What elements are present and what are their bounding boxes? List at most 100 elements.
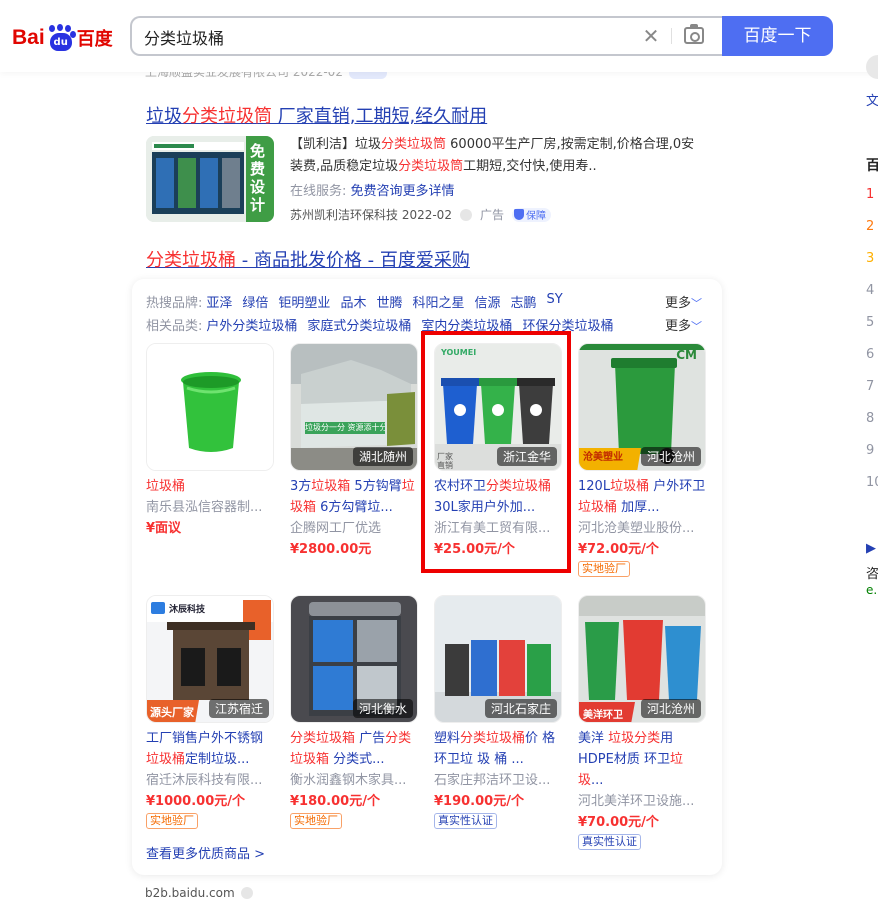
hot-brand-tag[interactable]: SY: [547, 292, 563, 311]
hot-list-rank[interactable]: 6: [866, 347, 874, 362]
hot-brand-tag[interactable]: 亚泽: [206, 292, 232, 311]
product-price: ¥70.00元/个: [578, 815, 659, 830]
product-name[interactable]: 120L垃圾桶 户外环卫垃圾桶 加厚...: [578, 476, 706, 518]
location-badge: 江苏宿迁: [208, 699, 269, 718]
product-image[interactable]: 沐辰科技 源头厂家 江苏宿迁: [146, 595, 274, 723]
product-price: ¥180.00元/个: [290, 794, 380, 809]
hot-brand-tag[interactable]: 钜明塑业: [278, 292, 330, 311]
verified-badge: 实地验厂: [146, 813, 198, 829]
more-categories-button[interactable]: 更多﹀: [665, 315, 702, 334]
product-card[interactable]: 垃圾桶 南乐县泓信容器制... ¥面议: [146, 343, 274, 539]
result2-title-link[interactable]: 分类垃圾桶 - 商品批发价格 - 百度爱采购: [146, 246, 470, 272]
product-name[interactable]: 分类垃圾箱 广告分类垃圾箱 分类式...: [290, 728, 418, 770]
product-name[interactable]: 工厂销售户外不锈钢垃圾桶定制垃圾...: [146, 728, 274, 770]
product-card[interactable]: 美洋环卫 河北沧州 美洋 垃圾分类用 HDPE材质 环卫垃圾... 河北美洋环卫…: [578, 595, 706, 850]
result1-description: 【凯利洁】垃圾分类垃圾筒 60000平生产厂房,按需定制,价格合理,0安装费,品…: [290, 137, 695, 174]
guarantee-badge[interactable]: 保障: [511, 207, 551, 222]
ad-label: 广告: [479, 208, 504, 222]
camera-icon[interactable]: [684, 24, 704, 44]
product-seller[interactable]: 河北沧美塑业股份...: [578, 518, 706, 539]
hot-list-rank[interactable]: 10: [866, 475, 878, 490]
product-card[interactable]: CM 沧美塑业 河北沧州 120L垃圾桶 户外环卫垃圾桶 加厚... 河北沧美塑…: [578, 343, 706, 577]
product-image-ribbon: 沧美塑业: [583, 452, 623, 463]
right-ad-domain: e.: [866, 583, 878, 597]
verified-badge: 实地验厂: [290, 813, 342, 829]
source-dot-icon[interactable]: [240, 887, 253, 899]
product-card[interactable]: 河北石家庄 塑料分类垃圾桶价 格环卫垃 圾 桶 ... 石家庄邦洁环卫设... …: [434, 595, 562, 829]
chevron-down-icon: ﹀: [691, 320, 703, 333]
product-name[interactable]: 美洋 垃圾分类用 HDPE材质 环卫垃圾...: [578, 728, 706, 791]
hot-list-rank[interactable]: 8: [866, 411, 874, 426]
logo-chinese-text: 百度: [76, 29, 113, 50]
hot-brand-tag[interactable]: 品木: [340, 292, 366, 311]
result2-source: b2b.baidu.com: [145, 886, 253, 900]
location-badge: 河北石家庄: [484, 699, 557, 718]
product-image-ribbon: 美洋环卫: [583, 710, 623, 721]
hot-brand-tag[interactable]: 世腾: [376, 292, 402, 311]
result1-service: 在线服务: 免费咨询更多详情: [290, 184, 455, 199]
free-consult-link[interactable]: 免费咨询更多详情: [351, 184, 455, 199]
product-price: ¥面议: [146, 521, 182, 536]
product-name[interactable]: 塑料分类垃圾桶价 格环卫垃 圾 桶 ...: [434, 728, 562, 770]
source-dot-icon[interactable]: [459, 208, 472, 221]
location-badge: 湖北随州: [352, 447, 413, 466]
thumb-free-design-text: 免费设计: [250, 142, 266, 214]
search-button[interactable]: 百度一下: [722, 16, 833, 56]
product-price: ¥1000.00元/个: [146, 794, 246, 809]
verified-badge: 实地验厂: [578, 561, 630, 577]
search-input[interactable]: [144, 26, 604, 48]
baidu-logo[interactable]: Bai du 百度: [12, 20, 113, 56]
right-column-text[interactable]: 文: [866, 90, 878, 109]
product-card[interactable]: 沐辰科技 源头厂家 江苏宿迁 工厂销售户外不锈钢垃圾桶定制垃圾... 宿迁沐辰科…: [146, 595, 274, 829]
hot-list-rank[interactable]: 5: [866, 315, 874, 330]
product-seller[interactable]: 石家庄邦洁环卫设...: [434, 770, 562, 791]
location-badge: 河北沧州: [640, 447, 701, 466]
product-seller[interactable]: 衡水润鑫钢木家具...: [290, 770, 418, 791]
product-image[interactable]: 垃圾分一分 资源添十分 湖北随州: [290, 343, 418, 471]
play-icon[interactable]: ▶: [866, 541, 876, 556]
see-more-products-link[interactable]: 查看更多优质商品 >: [146, 843, 265, 862]
verified-badge: 真实性认证: [434, 813, 497, 829]
product-card[interactable]: 河北衡水 分类垃圾箱 广告分类垃圾箱 分类式... 衡水润鑫钢木家具... ¥1…: [290, 595, 418, 829]
verified-badge: 真实性认证: [578, 834, 641, 850]
product-seller[interactable]: 河北美洋环卫设施...: [578, 791, 706, 812]
logo-bai-text: Bai: [12, 26, 45, 49]
location-badge: 河北沧州: [640, 699, 701, 718]
product-image[interactable]: CM 沧美塑业 河北沧州: [578, 343, 706, 471]
highlight-box: [421, 331, 571, 573]
header: Bai du 百度 ✕ 百度一下: [0, 0, 878, 72]
hot-list-rank[interactable]: 2: [866, 219, 874, 234]
right-ad-text[interactable]: 咨: [866, 563, 878, 582]
hot-list-rank[interactable]: 7: [866, 379, 874, 394]
hot-brands-row: 热搜品牌: 亚泽 绿倍 钜明塑业 品木 世腾 科阳之星 信源 志鹏 SY: [146, 292, 563, 311]
more-brands-button[interactable]: 更多﹀: [665, 292, 702, 311]
avatar[interactable]: [866, 55, 878, 79]
product-name[interactable]: 垃圾桶: [146, 476, 274, 497]
product-image-slogan: 垃圾分一分 资源添十分: [305, 423, 385, 432]
product-name[interactable]: 3方垃圾箱 5方钩臂垃圾箱 6方勾臂垃...: [290, 476, 418, 518]
clear-icon[interactable]: ✕: [640, 25, 662, 47]
hot-list-rank[interactable]: 1: [866, 187, 874, 202]
hot-brand-tag[interactable]: 绿倍: [242, 292, 268, 311]
product-seller[interactable]: 南乐县泓信容器制...: [146, 497, 274, 518]
hot-list-rank[interactable]: 4: [866, 283, 874, 298]
product-image[interactable]: [146, 343, 274, 471]
hot-brand-tag[interactable]: 志鹏: [511, 292, 537, 311]
hot-list-rank[interactable]: 9: [866, 443, 874, 458]
product-seller[interactable]: 企腾网工厂优选: [290, 518, 418, 539]
paw-icon: du: [46, 24, 76, 52]
category-tag[interactable]: 家庭式分类垃圾桶: [307, 315, 411, 334]
hot-brand-tag[interactable]: 信源: [474, 292, 500, 311]
result1-thumbnail[interactable]: 免费设计: [146, 136, 274, 222]
product-image[interactable]: 河北衡水: [290, 595, 418, 723]
product-image[interactable]: 美洋环卫 河北沧州: [578, 595, 706, 723]
product-seller[interactable]: 宿迁沐辰科技有限...: [146, 770, 274, 791]
product-price: ¥190.00元/个: [434, 794, 524, 809]
product-card[interactable]: 垃圾分一分 资源添十分 湖北随州 3方垃圾箱 5方钩臂垃圾箱 6方勾臂垃... …: [290, 343, 418, 560]
product-price: ¥2800.00元: [290, 542, 372, 557]
result1-title-link[interactable]: 垃圾分类垃圾筒 厂家直销,工期短,经久耐用: [146, 102, 487, 128]
hot-brand-tag[interactable]: 科阳之星: [412, 292, 464, 311]
category-tag[interactable]: 户外分类垃圾桶: [206, 315, 297, 334]
product-image[interactable]: 河北石家庄: [434, 595, 562, 723]
hot-list-rank[interactable]: 3: [866, 251, 874, 266]
